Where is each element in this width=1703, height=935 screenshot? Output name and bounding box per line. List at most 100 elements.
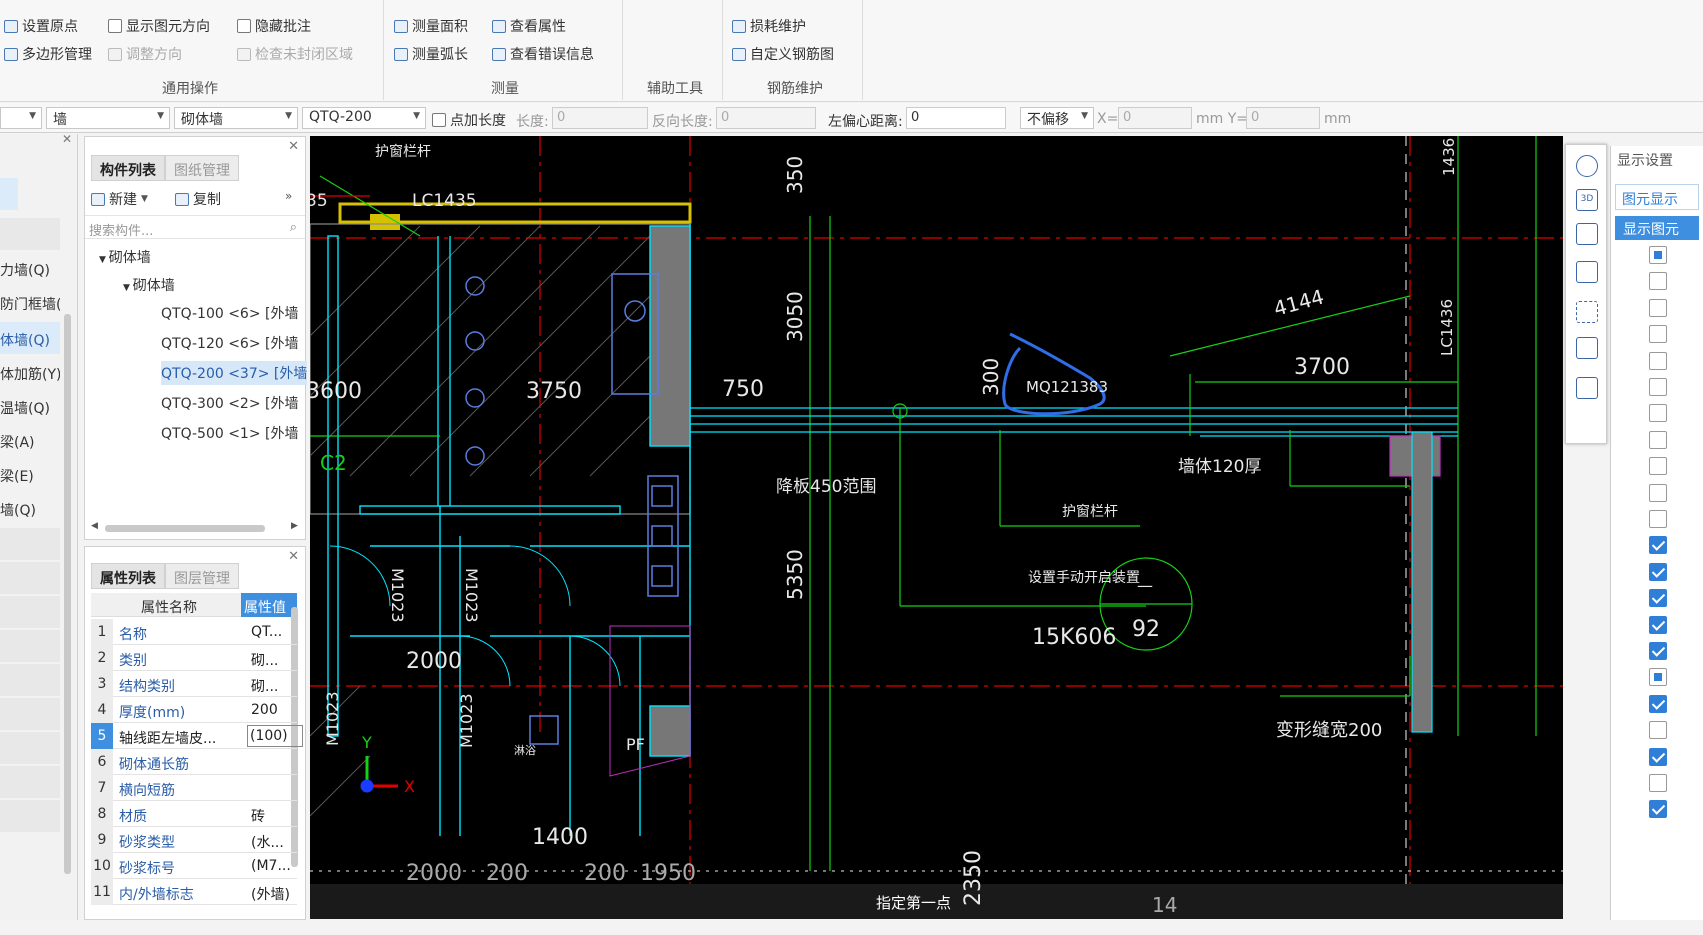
sidebar-item-masonry-rebar[interactable]: 体加筋(Y) xyxy=(0,356,60,388)
property-value[interactable]: 砖 xyxy=(251,806,307,826)
close-icon[interactable]: ✕ xyxy=(288,139,299,154)
sidebar-item-blank[interactable] xyxy=(0,562,60,594)
property-row[interactable]: 6 砌体通长筋 xyxy=(91,749,297,775)
property-row[interactable]: 10 砂浆标号 (M7... xyxy=(91,853,297,879)
property-row[interactable]: 11 内/外墙标志 (外墙) xyxy=(91,879,297,905)
sidebar-item-shear-wall[interactable]: 力墙(Q) xyxy=(0,252,60,284)
display-toggle-checkbox[interactable] xyxy=(1649,483,1667,502)
measure-area-button[interactable]: 测量面积 xyxy=(394,16,468,36)
property-row[interactable]: 4 厚度(mm) 200 xyxy=(91,697,297,723)
tree-item-qtq120[interactable]: QTQ-120 <6> [外墙 xyxy=(161,333,307,353)
tab-property-list[interactable]: 属性列表 xyxy=(91,563,165,589)
display-toggle-checkbox[interactable] xyxy=(1649,325,1667,344)
view-attribute-button[interactable]: 查看属性 xyxy=(492,16,566,36)
material-select[interactable]: 砌体墙 ▼ xyxy=(174,107,298,129)
property-value[interactable]: 200 xyxy=(251,702,307,718)
check-unclosed-button[interactable]: 检查未封闭区域 xyxy=(237,44,353,64)
cube-rotate-icon[interactable] xyxy=(1576,261,1598,283)
tab-drawing-manage[interactable]: 图纸管理 xyxy=(165,155,239,181)
sidebar-item-blank[interactable] xyxy=(0,766,60,798)
sidebar-item-blank[interactable] xyxy=(0,800,60,832)
report-icon[interactable] xyxy=(1576,377,1598,399)
custom-rebar-button[interactable]: 自定义钢筋图 xyxy=(732,44,834,64)
sidebar-item-masonry-wall[interactable]: 体墙(Q) xyxy=(0,322,60,354)
property-value[interactable]: (外墙) xyxy=(251,884,307,904)
property-value[interactable]: QT... xyxy=(251,624,307,640)
reverse-length-input[interactable]: 0 xyxy=(716,107,816,129)
display-toggle-checkbox[interactable] xyxy=(1649,562,1667,581)
display-toggle-checkbox[interactable] xyxy=(1649,272,1667,291)
polygon-manage-button[interactable]: 多边形管理 xyxy=(4,44,92,64)
tree-child[interactable]: ▼ 砌体墙 xyxy=(123,275,175,295)
component-select[interactable]: QTQ-200 ▼ xyxy=(302,107,426,129)
tree-item-qtq100[interactable]: QTQ-100 <6> [外墙 xyxy=(161,303,307,323)
sidebar-item-blank[interactable] xyxy=(0,218,60,250)
sidebar-item-frame-wall[interactable]: 防门框墙( xyxy=(0,286,60,318)
sidebar-item-wall-q[interactable]: 墙(Q) xyxy=(0,492,60,524)
display-toggle-checkbox[interactable] xyxy=(1649,774,1667,792)
loss-maintain-button[interactable]: 损耗维护 xyxy=(732,16,806,36)
layer-select[interactable]: ▼ xyxy=(0,107,42,129)
tree-root[interactable]: ▼ 砌体墙 xyxy=(99,247,151,267)
display-toggle-checkbox[interactable] xyxy=(1649,668,1667,687)
property-row[interactable]: 9 砂浆类型 (水... xyxy=(91,827,297,853)
scroll-left-icon[interactable]: ◀ xyxy=(91,521,98,531)
copy-component-button[interactable]: 复制 xyxy=(175,189,221,209)
sidebar-item-beam-e[interactable]: 梁(E) xyxy=(0,458,60,490)
tab-component-list[interactable]: 构件列表 xyxy=(91,155,165,181)
property-value[interactable]: 砌... xyxy=(251,676,307,696)
display-toggle-checkbox[interactable] xyxy=(1649,642,1667,660)
tree-item-qtq500[interactable]: QTQ-500 <1> [外墙 xyxy=(161,423,307,443)
sidebar-scrollbar[interactable] xyxy=(64,314,71,874)
display-toggle-checkbox[interactable] xyxy=(1649,378,1667,396)
hide-annotation-checkbox[interactable]: 隐藏批注 xyxy=(237,16,311,36)
display-toggle-checkbox[interactable] xyxy=(1649,694,1667,713)
scroll-right-icon[interactable]: ▶ xyxy=(291,521,298,531)
tab-layer-manage[interactable]: 图层管理 xyxy=(165,563,239,589)
point-length-checkbox[interactable]: 点加长度 xyxy=(432,110,506,130)
sidebar-item-blank[interactable] xyxy=(0,698,60,730)
property-row[interactable]: 8 材质砖 xyxy=(91,801,297,827)
property-row[interactable]: 1 名称 QT... xyxy=(91,619,297,645)
display-toggle-checkbox[interactable] xyxy=(1649,351,1667,370)
sidebar-item-blank[interactable] xyxy=(0,528,60,560)
length-input[interactable]: 0 xyxy=(552,107,648,129)
display-toggle-checkbox[interactable] xyxy=(1649,298,1667,317)
tree-item-qtq300[interactable]: QTQ-300 <2> [外墙 xyxy=(161,393,307,413)
set-origin-button[interactable]: 设置原点 xyxy=(4,16,78,36)
sidebar-item-blank[interactable] xyxy=(0,630,60,662)
display-toggle-checkbox[interactable] xyxy=(1649,721,1667,740)
property-row[interactable]: 3 结构类别 砌... xyxy=(91,671,297,697)
sidebar-item-blank[interactable] xyxy=(0,732,60,764)
sidebar-item-beam-a[interactable]: 梁(A) xyxy=(0,424,60,456)
type-select[interactable]: 墙 ▼ xyxy=(46,107,170,129)
sidebar-item-blank[interactable] xyxy=(0,664,60,696)
left-offset-input[interactable]: 0 xyxy=(906,107,1006,129)
display-toggle-checkbox[interactable] xyxy=(1649,510,1667,528)
measure-arc-button[interactable]: 测量弧长 xyxy=(394,44,468,64)
horizontal-scrollbar[interactable] xyxy=(105,525,265,532)
display-toggle-checkbox[interactable] xyxy=(1649,800,1667,819)
display-toggle-checkbox[interactable] xyxy=(1649,589,1667,608)
fit-view-icon[interactable] xyxy=(1576,301,1598,323)
adjust-direction-button[interactable]: 调整方向 xyxy=(108,44,182,64)
property-value[interactable]: (100) xyxy=(247,725,303,747)
show-direction-checkbox[interactable]: 显示图元方向 xyxy=(108,16,210,36)
sidebar-item-insulation-wall[interactable]: 温墙(Q) xyxy=(0,390,60,422)
sidebar-item-blank[interactable] xyxy=(0,596,60,628)
x-input[interactable]: 0 xyxy=(1118,107,1192,129)
iso-view-icon[interactable] xyxy=(1576,337,1598,359)
property-row[interactable]: 5 轴线距左墙皮... (100) xyxy=(91,723,303,749)
search-input[interactable]: 搜索构件... ⌕ xyxy=(85,215,305,239)
tab-element-display[interactable]: 图元显示 xyxy=(1615,184,1699,210)
property-row[interactable]: 2 类别 砌... xyxy=(91,645,297,671)
property-value[interactable]: (M7... xyxy=(251,858,307,874)
sidebar-icon-item[interactable] xyxy=(0,178,18,210)
property-row[interactable]: 7 横向短筋 xyxy=(91,775,297,801)
display-toggle-checkbox[interactable] xyxy=(1649,404,1667,423)
new-component-button[interactable]: 新建 ▼ xyxy=(91,189,148,209)
tree-item-qtq200[interactable]: QTQ-200 <37> [外墙 xyxy=(161,361,307,385)
cube-icon[interactable] xyxy=(1576,223,1598,245)
display-toggle-checkbox[interactable] xyxy=(1649,747,1667,766)
property-value[interactable]: 砌... xyxy=(251,650,307,670)
